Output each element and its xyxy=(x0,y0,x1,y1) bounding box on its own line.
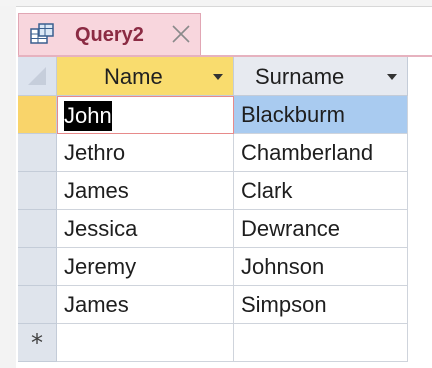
record-selector[interactable] xyxy=(18,134,57,172)
selected-text: John xyxy=(64,101,112,131)
cell-name[interactable] xyxy=(57,324,234,362)
cell-surname[interactable]: Simpson xyxy=(234,286,408,324)
select-all-button[interactable] xyxy=(18,57,57,96)
cell-name[interactable]: James xyxy=(57,172,234,210)
cell-surname[interactable]: Chamberland xyxy=(234,134,408,172)
table-row[interactable]: Jethro Chamberland xyxy=(18,134,408,172)
chevron-down-icon[interactable] xyxy=(213,74,223,80)
navigation-pane-edge xyxy=(0,6,16,368)
column-header-surname[interactable]: Surname xyxy=(234,57,408,96)
cell-name[interactable]: John xyxy=(57,96,234,134)
query-datasheet-icon xyxy=(29,23,55,47)
cell-surname[interactable]: Blackburm xyxy=(234,96,408,134)
tab-query2[interactable]: Query2 xyxy=(18,13,201,55)
cell-surname[interactable]: Clark xyxy=(234,172,408,210)
cell-surname[interactable] xyxy=(234,324,408,362)
table-row[interactable]: James Clark xyxy=(18,172,408,210)
window-top-edge xyxy=(0,0,432,7)
column-header-label: Name xyxy=(104,64,163,89)
record-selector[interactable] xyxy=(18,286,57,324)
column-header-name[interactable]: Name xyxy=(57,57,234,96)
table-row[interactable]: Jeremy Johnson xyxy=(18,248,408,286)
cell-name[interactable]: James xyxy=(57,286,234,324)
cell-name[interactable]: Jethro xyxy=(57,134,234,172)
cell-surname[interactable]: Johnson xyxy=(234,248,408,286)
datasheet-grid: Name Surname John Blackburm Jethro Chamb… xyxy=(18,57,408,368)
cell-surname[interactable]: Dewrance xyxy=(234,210,408,248)
table-row[interactable]: Jessica Dewrance xyxy=(18,210,408,248)
record-selector[interactable] xyxy=(18,96,57,134)
new-record-marker[interactable]: * xyxy=(18,324,57,362)
record-selector[interactable] xyxy=(18,172,57,210)
table-row[interactable]: John Blackburm xyxy=(18,96,408,134)
new-record-row[interactable]: * xyxy=(18,324,408,362)
record-selector[interactable] xyxy=(18,248,57,286)
chevron-down-icon[interactable] xyxy=(387,74,397,80)
access-window: Query2 Name Surname John Blackburm Jethr… xyxy=(0,0,432,368)
cell-name[interactable]: Jeremy xyxy=(57,248,234,286)
cell-name[interactable]: Jessica xyxy=(57,210,234,248)
record-selector[interactable] xyxy=(18,210,57,248)
tab-title: Query2 xyxy=(75,24,144,46)
table-row[interactable]: James Simpson xyxy=(18,286,408,324)
column-header-label: Surname xyxy=(255,64,345,89)
close-icon[interactable] xyxy=(167,20,195,48)
